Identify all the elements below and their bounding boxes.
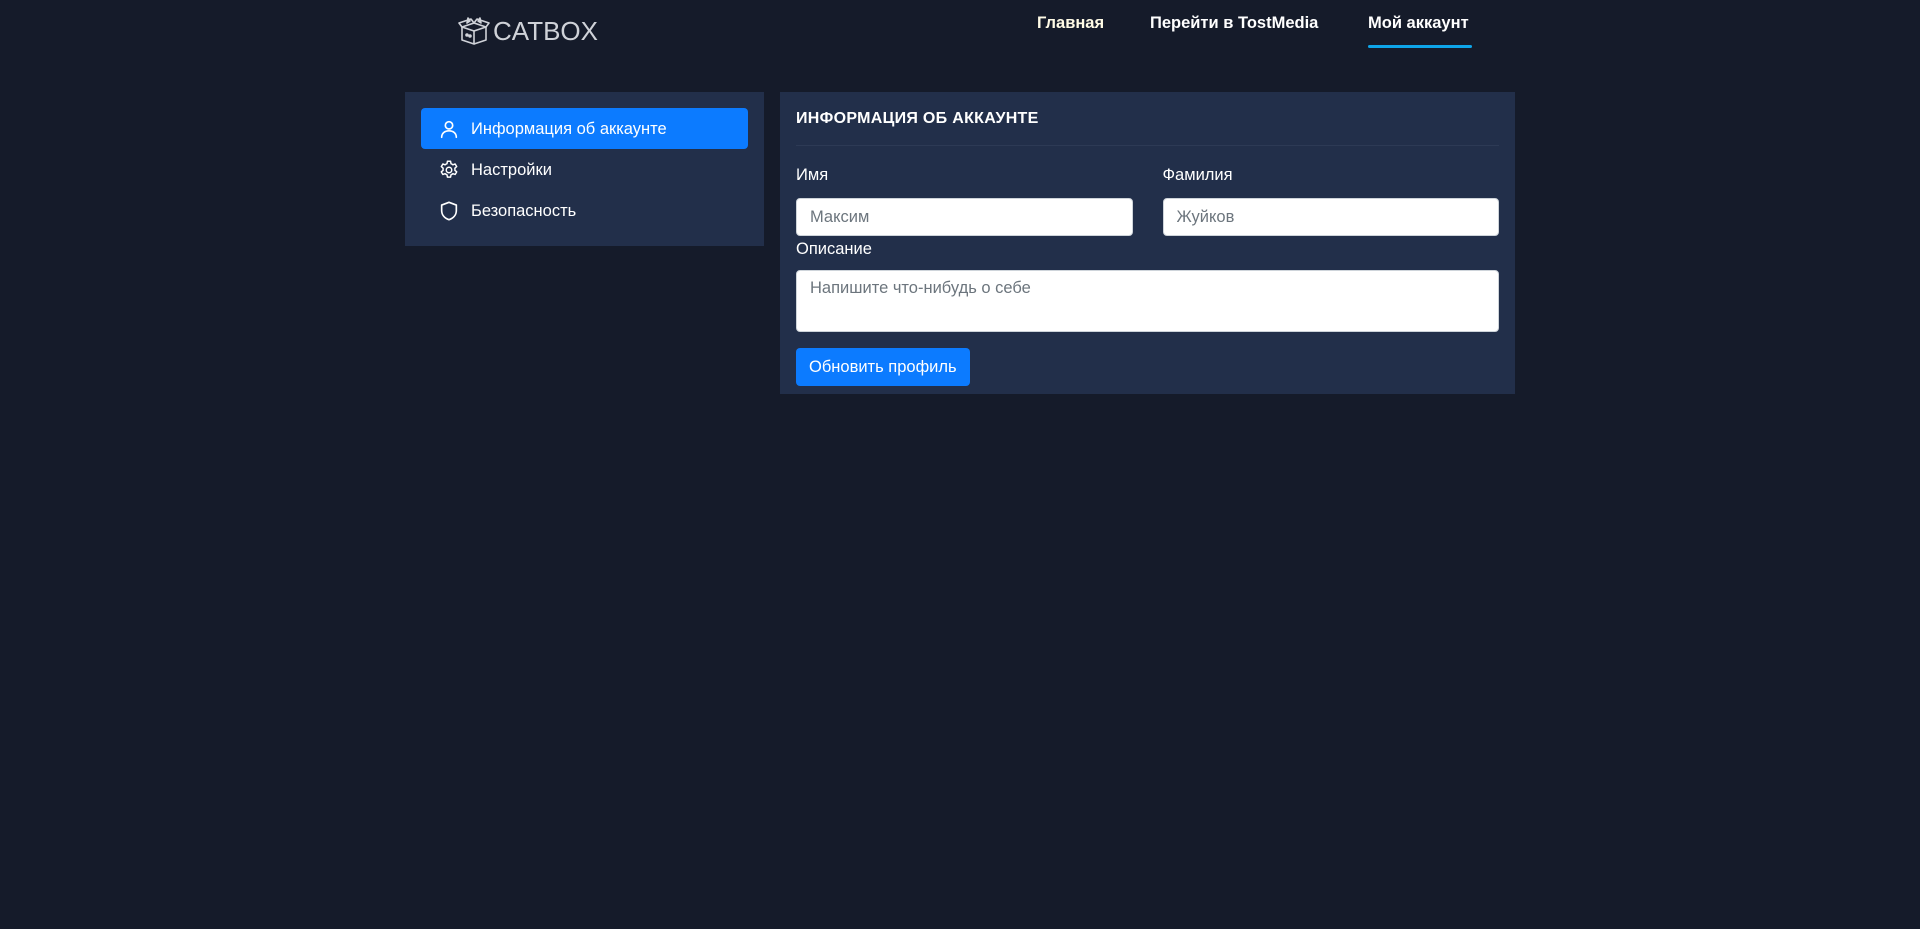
last-name-input[interactable] [1162, 198, 1499, 236]
update-profile-button[interactable]: Обновить профиль [796, 348, 970, 386]
first-name-input[interactable] [796, 198, 1133, 236]
name-fields-row: Имя Фамилия [796, 164, 1499, 236]
shield-icon [437, 199, 461, 223]
nav-link-my-account[interactable]: Мой аккаунт [1368, 12, 1469, 34]
last-name-label: Фамилия [1162, 166, 1233, 184]
first-name-group: Имя [796, 164, 1133, 236]
cat-box-logo-icon [458, 16, 490, 46]
catbox-logo[interactable]: CATBOX [458, 16, 598, 46]
last-name-group: Фамилия [1162, 164, 1499, 236]
sidebar-item-security[interactable]: Безопасность [421, 190, 748, 231]
sidebar-item-label: Безопасность [471, 201, 577, 220]
nav-link-tostmedia[interactable]: Перейти в TostMedia [1150, 12, 1318, 34]
sidebar-item-label: Информация об аккаунте [471, 119, 667, 138]
sidebar-item-settings[interactable]: Настройки [421, 149, 748, 190]
gear-icon [437, 158, 461, 182]
user-icon [437, 117, 461, 141]
description-label: Описание [796, 240, 872, 258]
first-name-label: Имя [796, 166, 829, 184]
sidebar-item-account-info[interactable]: Информация об аккаунте [421, 108, 748, 149]
active-nav-underline [1368, 45, 1472, 48]
nav-link-home[interactable]: Главная [1037, 12, 1104, 34]
panel-title: ИНФОРМАЦИЯ ОБ АККАУНТЕ [796, 110, 1039, 127]
description-textarea[interactable] [796, 270, 1499, 332]
top-navbar: CATBOX Главная Перейти в TostMedia Мой а… [0, 0, 1920, 60]
logo-text: CATBOX [493, 16, 598, 46]
account-sidebar: Информация об аккаунте Настройки Безопас… [405, 92, 764, 246]
account-info-panel: ИНФОРМАЦИЯ ОБ АККАУНТЕ Имя Фамилия Описа… [780, 92, 1515, 394]
sidebar-item-label: Настройки [471, 160, 552, 179]
panel-divider [796, 145, 1499, 146]
description-group: Описание [796, 238, 1499, 332]
